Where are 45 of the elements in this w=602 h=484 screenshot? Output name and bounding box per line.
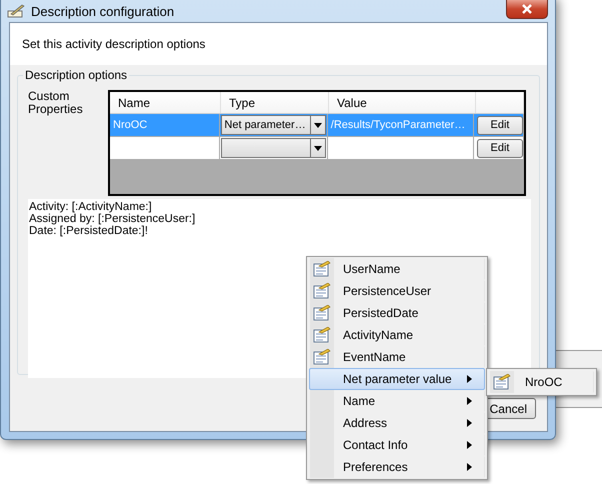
menu-item[interactable]: Net parameter value xyxy=(309,368,485,390)
group-legend: Description options xyxy=(23,68,130,82)
submenu-arrow-icon xyxy=(467,375,472,383)
window-title: Description configuration xyxy=(31,4,174,18)
table-cell: /Results/TyconParameter… xyxy=(328,114,474,136)
column-header[interactable]: Type xyxy=(221,92,329,113)
menu-item[interactable]: NroOC xyxy=(489,371,594,393)
menu-item[interactable]: PersistedDate xyxy=(309,302,485,324)
form-icon xyxy=(313,261,331,277)
form-icon xyxy=(313,327,331,343)
caret-icon xyxy=(314,146,322,150)
close-button[interactable] xyxy=(506,0,548,19)
form-icon xyxy=(313,283,331,299)
properties-label: Custom Properties xyxy=(28,90,84,118)
table-cell: NroOC xyxy=(110,114,220,136)
submenu-arrow-icon xyxy=(467,463,472,471)
type-dropdown[interactable] xyxy=(221,138,326,158)
column-header[interactable]: Name xyxy=(110,92,221,113)
menu-item[interactable]: UserName xyxy=(309,258,485,280)
grid-row[interactable]: Edit xyxy=(110,137,524,160)
menu-item[interactable]: Contact Info xyxy=(309,434,485,456)
grid-row[interactable]: NroOC Net parameter… /Results/TyconParameter… Edit xyxy=(110,114,524,137)
form-icon xyxy=(313,349,331,365)
description-line: Date: [:PersistedDate:]! xyxy=(29,225,149,237)
form-icon xyxy=(313,305,331,321)
edit-button[interactable]: Edit xyxy=(476,116,523,134)
submenu-arrow-icon xyxy=(467,441,472,449)
type-dropdown[interactable]: Net parameter… xyxy=(221,115,326,135)
caret-icon xyxy=(314,122,322,128)
column-header[interactable]: Value xyxy=(329,92,476,113)
description-line: Activity: [:ActivityName:] xyxy=(29,201,153,213)
edit-button[interactable]: Edit xyxy=(476,138,523,158)
submenu-arrow-icon xyxy=(467,397,472,405)
pen-icon xyxy=(7,4,25,18)
description-line: Assigned by: [:PersistenceUser:] xyxy=(29,213,196,225)
menu-item[interactable]: Name xyxy=(309,390,485,412)
menu-item[interactable]: Address xyxy=(309,412,485,434)
menu-item[interactable]: Preferences xyxy=(309,456,485,478)
submenu-arrow-icon xyxy=(467,419,472,427)
instruction-text: Set this activity description options xyxy=(22,37,206,51)
menu-item[interactable]: EventName xyxy=(309,346,485,368)
form-icon xyxy=(493,374,511,390)
menu-item[interactable]: PersistenceUser xyxy=(309,280,485,302)
menu-item[interactable]: ActivityName xyxy=(309,324,485,346)
close-icon xyxy=(521,4,533,14)
